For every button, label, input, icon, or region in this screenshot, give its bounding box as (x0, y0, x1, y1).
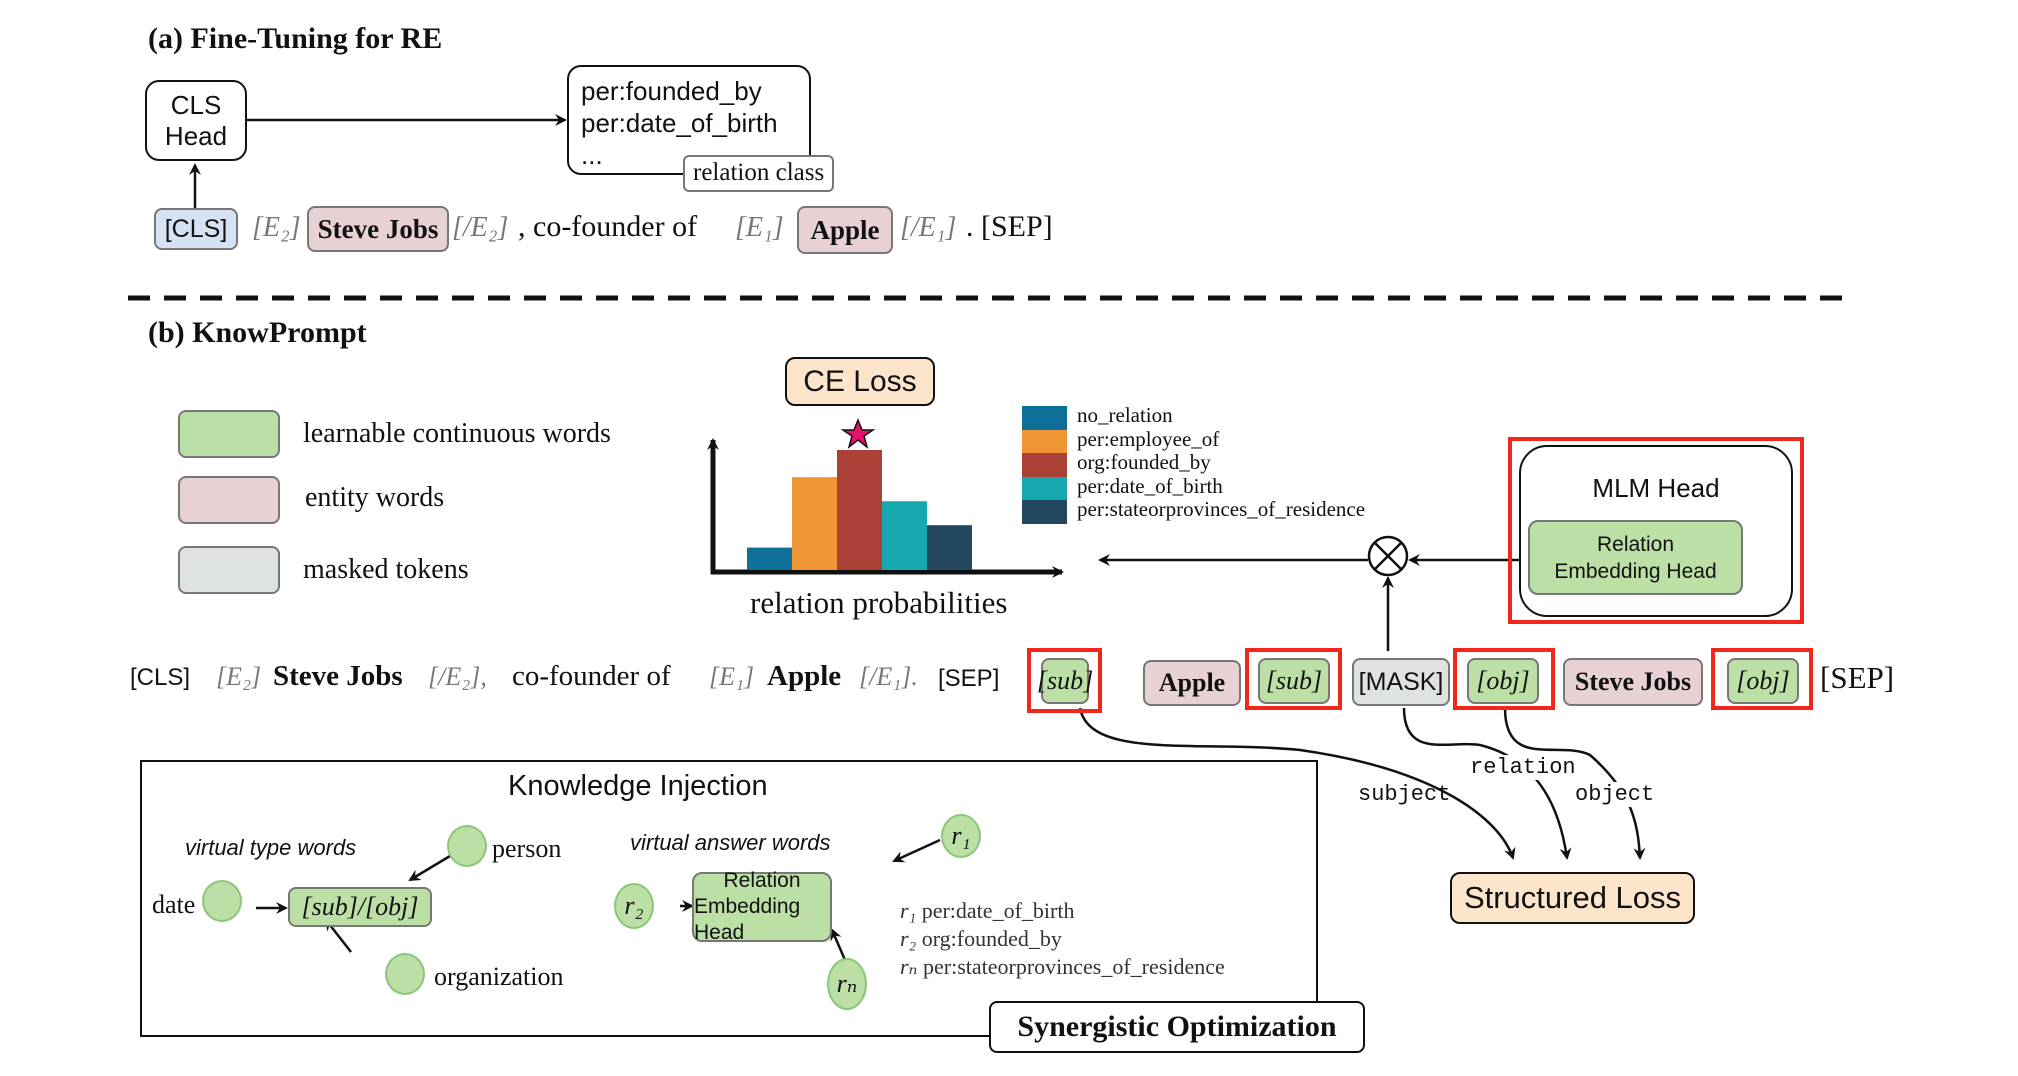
section-b-title: (b) KnowPrompt (148, 316, 367, 349)
type-node-date-label: date (152, 890, 196, 919)
answer-center-line2: Embedding Head (694, 895, 801, 944)
chart-bars (747, 450, 972, 570)
synergistic-optimization-box: Synergistic Optimization (989, 1001, 1365, 1053)
answer-node-rn: rₙ (827, 958, 867, 1010)
type-node-person-label: person (492, 834, 562, 863)
type-node-person (447, 825, 487, 867)
prompt-token-sub: [sub] (1258, 658, 1330, 704)
relation-class-tag: relation class (683, 155, 835, 192)
answer-mapping-sym: rₙ (900, 954, 918, 979)
otimes-operator-icon (1367, 535, 1409, 577)
prompt-token-sep: [SEP] (1820, 660, 1895, 695)
chart-legend-swatch (1022, 500, 1067, 524)
virtual-type-words-label: virtual type words (185, 835, 357, 860)
b-marker-e1-open: [E₁] (709, 662, 755, 691)
cls-head-box: CLS Head (145, 80, 247, 161)
knowledge-injection-title: Knowledge Injection (508, 770, 768, 802)
chart-legend-label: per:date_of_birth (1077, 473, 1223, 498)
marker-e2-open: [E₂] (252, 212, 301, 243)
prompt-token-steve-jobs: Steve Jobs (1563, 658, 1703, 706)
virtual-answer-words-label: virtual answer words (630, 830, 831, 855)
edge-label-subject: subject (1358, 782, 1451, 807)
marker-e1-close: [/E₁] (900, 212, 957, 243)
marker-e1-open: [E₁] (735, 212, 784, 243)
chart-legend-swatch (1022, 476, 1067, 500)
knowprompt-figure: (a) Fine-Tuning for RE CLS Head per:foun… (0, 0, 2018, 1076)
chart-legend-label: per:stateorprovinces_of_residence (1077, 497, 1366, 521)
answer-mapping-label: per:stateorprovinces_of_residence (922, 954, 1225, 979)
section-a-title: (a) Fine-Tuning for RE (148, 22, 443, 55)
type-node-date (202, 880, 242, 922)
chart-legend-label: org:founded_by (1077, 450, 1211, 474)
answer-mapping-list: r₁ per:date_of_birth r₂ org:founded_by r… (900, 897, 1225, 981)
b-subject-entity: Steve Jobs (273, 660, 403, 692)
type-node-organization (385, 953, 425, 995)
b-marker-e1-close: [/E₁]. (859, 662, 918, 691)
answer-node-r2: r₂ (614, 883, 654, 929)
edge-label-relation: relation (1470, 755, 1576, 780)
bar-per-date-of-birth (882, 501, 927, 570)
chart-legend-swatch (1022, 429, 1067, 453)
bar-per-stateorprovinces-of-residence (927, 525, 972, 570)
bar-org-founded-by (837, 450, 882, 570)
sentence-end-text: . [SEP] (966, 210, 1053, 243)
answer-mapping-label: per:date_of_birth (921, 898, 1075, 923)
legend-swatch-entity (178, 476, 280, 524)
chart-x-label: relation probabilities (750, 585, 1008, 620)
b-marker-e2-open: [E₂] (216, 662, 262, 691)
legend-label-learnable: learnable continuous words (303, 418, 611, 449)
b-token-sep: [SEP] (938, 665, 1000, 692)
relation-embedding-head: Relation Embedding Head (1528, 520, 1743, 595)
prompt-token-apple: Apple (1143, 660, 1241, 706)
prompt-token-mask: [MASK] (1352, 658, 1450, 706)
prompt-token-obj: [obj] (1727, 658, 1799, 704)
relation-class-item: per:founded_by (581, 76, 762, 106)
token-subject-entity: Steve Jobs (307, 206, 449, 252)
prompt-token-obj: [obj] (1467, 658, 1539, 704)
b-middle-text: co-founder of (512, 660, 671, 692)
type-center-node: [sub]/[obj] (288, 887, 432, 927)
relation-embedding-head-line2: Embedding Head (1554, 559, 1717, 583)
legend-label-masked: masked tokens (303, 554, 469, 585)
answer-mapping-label: org:founded_by (921, 926, 1062, 951)
sentence-middle-text: , co-founder of (518, 210, 698, 243)
bar-no-relation (747, 547, 792, 570)
relation-embedding-head-line1: Relation (1596, 532, 1675, 556)
token-cls: [CLS] (154, 208, 238, 250)
cls-head-line2: Head (164, 120, 228, 151)
chart-legend-label: per:employee_of (1077, 426, 1220, 451)
answer-center-line1: Relation (723, 869, 801, 892)
relation-class-item: per:date_of_birth (581, 108, 778, 138)
ce-loss-box: CE Loss (785, 357, 935, 406)
bar-per-employee-of (792, 477, 837, 570)
prompt-token-sub: [sub] (1037, 658, 1093, 704)
chart-legend-swatch (1022, 406, 1067, 430)
cls-head-line1: CLS (170, 89, 222, 120)
legend-label-entity: entity words (305, 482, 445, 513)
answer-mapping-sym: r₂ (900, 926, 917, 951)
answer-mapping-item: r₁ per:date_of_birth (900, 897, 1225, 925)
edge-label-object: object (1575, 782, 1655, 807)
answer-center-node: Relation Embedding Head (692, 869, 832, 944)
structured-loss-box: Structured Loss (1450, 872, 1695, 924)
b-marker-e2-close: [/E₂], (428, 662, 487, 691)
answer-mapping-sym: r₁ (900, 898, 917, 923)
star-icon (840, 417, 876, 449)
answer-mapping-item: r₂ org:founded_by (900, 925, 1225, 953)
b-token-cls: [CLS] (130, 664, 191, 691)
chart-legend-swatch (1022, 453, 1067, 477)
mlm-head-title: MLM Head (1592, 473, 1720, 503)
marker-e2-close: [/E₂] (452, 212, 509, 243)
token-object-entity: Apple (797, 206, 893, 254)
legend-swatch-learnable (178, 410, 280, 458)
legend-swatch-masked (178, 546, 280, 594)
chart-legend-label: no_relation (1077, 403, 1173, 427)
answer-node-r1: r₁ (941, 814, 981, 858)
b-object-entity: Apple (767, 660, 842, 692)
type-node-organization-label: organization (434, 962, 564, 991)
answer-mapping-item: rₙ per:stateorprovinces_of_residence (900, 953, 1225, 981)
